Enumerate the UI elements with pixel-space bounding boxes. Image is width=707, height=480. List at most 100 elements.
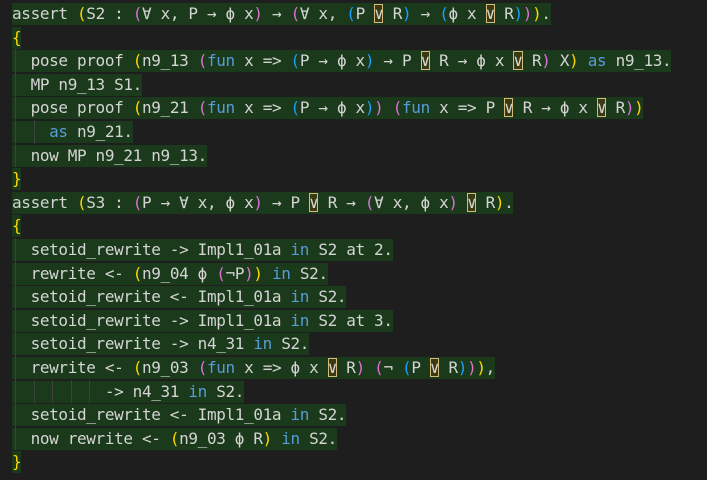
code-line[interactable]: setoid_rewrite -> n4_31 in S2. bbox=[0, 332, 707, 356]
highlighted-unicode-char: ∨ bbox=[327, 357, 337, 377]
code-token: R → bbox=[318, 192, 365, 212]
code-line[interactable]: setoid_rewrite -> Impl1_01a in S2 at 3. bbox=[0, 308, 707, 333]
code-line[interactable]: { bbox=[0, 214, 707, 238]
bracket-token: ( bbox=[132, 192, 143, 212]
bracket-token: ) bbox=[513, 4, 524, 23]
indent-guide bbox=[15, 426, 16, 451]
bracket-token: ( bbox=[76, 192, 87, 212]
code-token: → bbox=[262, 4, 291, 23]
code-token: S2. bbox=[206, 381, 245, 401]
code-line[interactable]: as n9_21. bbox=[0, 119, 707, 144]
code-line[interactable]: } bbox=[0, 450, 707, 474]
code-token: S2. bbox=[271, 334, 310, 354]
indent-guide bbox=[15, 237, 16, 262]
bracket-token: ( bbox=[216, 263, 226, 283]
code-token: pose proof bbox=[12, 51, 133, 71]
code-line[interactable]: assert (S3 : (P → ∀ x, ϕ x) → P ∨ R → (∀… bbox=[0, 191, 707, 215]
code-line-text: rewrite <- (n9_04 ϕ (¬P)) in S2. bbox=[12, 262, 328, 285]
bracket-token: } bbox=[12, 452, 22, 472]
indent-guide bbox=[15, 403, 16, 427]
bracket-token: ( bbox=[132, 357, 143, 377]
bracket-token: } bbox=[12, 169, 22, 189]
code-token: . bbox=[504, 192, 514, 212]
keyword-token: as bbox=[587, 51, 607, 71]
code-line[interactable]: setoid_rewrite -> Impl1_01a in S2 at 2. bbox=[0, 237, 707, 262]
indent-guide bbox=[33, 379, 35, 404]
code-token: n9_13 bbox=[141, 51, 198, 71]
indent-guide bbox=[15, 285, 16, 309]
code-token: P → ϕ x bbox=[299, 98, 365, 118]
keyword-token: fun bbox=[206, 51, 235, 71]
code-line-text: setoid_rewrite -> Impl1_01a in S2 at 2. bbox=[12, 238, 393, 261]
code-token: x => bbox=[234, 98, 291, 118]
code-line[interactable]: -> n4_31 in S2. bbox=[0, 379, 707, 404]
code-token: S2 at 3. bbox=[309, 310, 393, 330]
code-token: S2 : bbox=[86, 4, 133, 23]
code-line[interactable]: now MP n9_21 n9_13. bbox=[0, 143, 707, 168]
code-line-text: { bbox=[12, 215, 22, 238]
code-token: P bbox=[411, 357, 430, 377]
bracket-token: { bbox=[12, 27, 22, 47]
bracket-token: ) bbox=[355, 357, 366, 377]
bracket-token: ( bbox=[290, 98, 301, 118]
code-editor[interactable]: assert (S2 : (∀ x, P → ϕ x) → (∀ x, (P ∨… bbox=[0, 0, 707, 480]
code-token: . bbox=[541, 4, 551, 23]
code-line[interactable]: setoid_rewrite <- Impl1_01a in S2. bbox=[0, 285, 707, 309]
keyword-token: in bbox=[188, 381, 207, 401]
bracket-token: ) bbox=[253, 263, 263, 283]
bracket-token: ( bbox=[132, 51, 143, 71]
highlighted-unicode-char: ∨ bbox=[513, 51, 523, 71]
code-line[interactable]: MP n9_13 S1. bbox=[0, 72, 707, 97]
bracket-token: ( bbox=[197, 51, 208, 71]
code-token: X bbox=[550, 51, 570, 71]
code-token: MP n9_13 S1. bbox=[12, 74, 143, 94]
code-line-text: rewrite <- (n9_03 (fun x => ϕ x ∨ R) (¬ … bbox=[12, 356, 495, 379]
code-token: assert bbox=[12, 192, 77, 212]
code-line-text: } bbox=[12, 451, 22, 474]
code-line[interactable]: pose proof (n9_21 (fun x => (P → ϕ x)) (… bbox=[0, 96, 707, 120]
code-token: P → ∀ x, ϕ x bbox=[142, 192, 254, 212]
code-line[interactable]: } bbox=[0, 167, 707, 191]
bracket-token: ( bbox=[392, 98, 403, 118]
bracket-token: ) bbox=[457, 357, 468, 377]
code-token: pose proof bbox=[12, 98, 133, 118]
highlighted-unicode-char: ∨ bbox=[596, 98, 607, 118]
indent-guide bbox=[15, 143, 16, 168]
code-token: n9_03 ϕ R bbox=[179, 428, 263, 448]
code-line-text: assert (S3 : (P → ∀ x, ϕ x) → P ∨ R → (∀… bbox=[12, 191, 514, 214]
keyword-token: in bbox=[253, 334, 272, 354]
indent-guide bbox=[15, 379, 16, 404]
code-token: S2. bbox=[290, 263, 328, 283]
code-line[interactable]: pose proof (n9_13 (fun x => (P → ϕ x) → … bbox=[0, 49, 707, 73]
bracket-token: ( bbox=[132, 263, 143, 283]
indent-guide bbox=[15, 49, 16, 73]
indent-guide bbox=[15, 332, 16, 356]
code-line[interactable]: now rewrite <- (n9_03 ϕ R) in S2. bbox=[0, 426, 707, 451]
code-line-text: setoid_rewrite <- Impl1_01a in S2. bbox=[12, 286, 347, 309]
code-token: setoid_rewrite -> n4_31 bbox=[12, 334, 254, 354]
bracket-token: ( bbox=[290, 51, 301, 71]
code-token: R bbox=[476, 192, 496, 212]
code-line-text: now rewrite <- (n9_03 ϕ R) in S2. bbox=[12, 427, 337, 450]
keyword-token: fun bbox=[402, 98, 430, 118]
code-line[interactable]: rewrite <- (n9_03 (fun x => ϕ x ∨ R) (¬ … bbox=[0, 355, 707, 380]
keyword-token: in bbox=[281, 428, 300, 448]
indent-guide bbox=[15, 355, 16, 380]
code-line[interactable]: assert (S2 : (∀ x, P → ϕ x) → (∀ x, (P ∨… bbox=[0, 2, 707, 26]
code-token: n9_21 bbox=[141, 98, 198, 118]
code-line[interactable]: setoid_rewrite <- Impl1_01a in S2. bbox=[0, 403, 707, 427]
bracket-token: ) bbox=[522, 4, 533, 23]
bracket-token: ) bbox=[476, 357, 486, 377]
code-token: rewrite <- bbox=[12, 357, 133, 377]
code-token: S2. bbox=[309, 405, 347, 425]
code-token: R bbox=[522, 51, 542, 71]
keyword-token: as bbox=[49, 121, 68, 141]
highlighted-unicode-char: ∨ bbox=[467, 192, 477, 212]
code-line[interactable]: rewrite <- (n9_04 ϕ (¬P)) in S2. bbox=[0, 261, 707, 286]
code-line-text: as n9_21. bbox=[12, 120, 133, 143]
code-line-text: { bbox=[12, 26, 22, 49]
code-line[interactable]: { bbox=[0, 26, 707, 50]
code-token: setoid_rewrite -> Impl1_01a bbox=[12, 239, 291, 259]
